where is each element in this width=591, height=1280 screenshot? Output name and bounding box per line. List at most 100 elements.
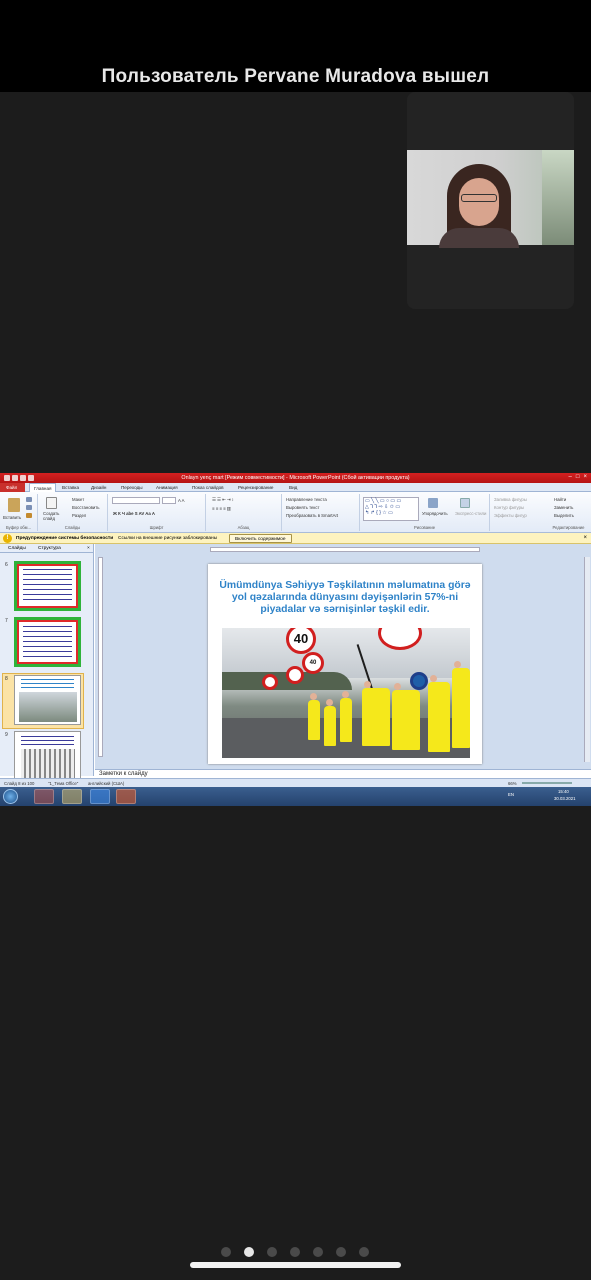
shape-effects-button[interactable]: Эффекты фигур <box>494 513 527 518</box>
slide-photo[interactable]: 40 40 <box>222 628 470 758</box>
list-buttons[interactable]: ☰ ☰ ⇤ ⇥ ↕ <box>212 497 234 503</box>
new-slide-icon[interactable] <box>46 497 57 509</box>
page-dot[interactable] <box>267 1247 277 1257</box>
text-tools-group: Направление текста Выровнять текст Преоб… <box>282 494 360 531</box>
speed-sign-small <box>286 666 304 684</box>
page-dot[interactable] <box>290 1247 300 1257</box>
arrange-button[interactable]: Упорядочить <box>422 511 448 516</box>
slide-thumbnail[interactable] <box>14 731 81 781</box>
notes-pane[interactable]: Заметки к слайду <box>95 769 591 778</box>
slide-counter: Слайд 8 из 100 <box>4 781 35 786</box>
ppt-title-bar: Onlayn yenç mart [Режим совместимости] -… <box>0 473 591 483</box>
maximize-icon[interactable]: □ <box>576 474 580 480</box>
shape-fill-button[interactable]: Заливка фигуры <box>494 497 527 502</box>
slide-thumbnail-active[interactable] <box>14 675 81 725</box>
thumbnail-number: 9 <box>5 732 8 738</box>
page-indicator[interactable] <box>221 1247 369 1257</box>
clock-time[interactable]: 15:40 <box>558 789 569 794</box>
new-slide-button[interactable]: Создать слайд <box>43 511 63 521</box>
tab-slides[interactable]: Слайды <box>8 546 26 551</box>
child-figure <box>362 681 390 746</box>
tab-animation[interactable]: Анимация <box>156 485 178 490</box>
quick-styles-icon[interactable] <box>460 498 470 508</box>
shape-outline-button[interactable]: Контур фигуры <box>494 505 524 510</box>
page-dot[interactable] <box>359 1247 369 1257</box>
copy-icon[interactable] <box>26 505 32 510</box>
paste-icon[interactable] <box>8 498 20 512</box>
font-name-combo[interactable] <box>112 497 160 504</box>
align-buttons[interactable]: ≡ ≡ ≡ ≡ ▥ <box>212 506 231 512</box>
text-direction-button[interactable]: Направление текста <box>286 497 327 502</box>
close-icon[interactable]: × <box>583 535 587 541</box>
shape-icons[interactable]: ▭ ╲ ╲ ▭ ○ ▭ ▭ △ ⅂ ⅂ ⇨ ⇩ ✩ ▭ ↰ ↱ { } ☆ ▭ <box>365 498 401 516</box>
clipboard-group: Вставить Буфер обм... <box>0 494 38 531</box>
smartart-button[interactable]: Преобразовать в SmartArt <box>286 513 338 518</box>
format-painter-icon[interactable] <box>26 513 32 518</box>
slide-thumbnail[interactable] <box>14 617 81 667</box>
shapes-gallery[interactable]: ▭ ╲ ╲ ▭ ○ ▭ ▭ △ ⅂ ⅂ ⇨ ⇩ ✩ ▭ ↰ ↱ { } ☆ ▭ <box>363 497 419 521</box>
participant-video-tile[interactable] <box>407 92 574 309</box>
page-dot-active[interactable] <box>244 1247 254 1257</box>
powerpoint-taskbar-icon[interactable] <box>116 789 136 804</box>
paragraph-group-label: Абзац <box>237 525 250 530</box>
paragraph-group: ☰ ☰ ⇤ ⇥ ↕ ≡ ≡ ≡ ≡ ▥ Абзац <box>206 494 282 531</box>
cut-icon[interactable] <box>26 497 32 502</box>
arrange-icon[interactable] <box>428 498 438 508</box>
minimize-icon[interactable]: – <box>569 474 572 480</box>
speed-sign: 40 <box>302 652 324 674</box>
editing-group-label: Редактирование <box>552 525 585 530</box>
zoom-slider[interactable] <box>522 782 572 784</box>
slides-group: Создать слайд Макет Восстановить Раздел … <box>38 494 108 531</box>
file-explorer-icon[interactable] <box>62 789 82 804</box>
quick-styles-button[interactable]: Экспресс-стили <box>455 511 486 516</box>
layout-button[interactable]: Макет <box>72 497 84 502</box>
yandex-browser-icon[interactable] <box>34 789 54 804</box>
shape-format-group: Заливка фигуры Контур фигуры Эффекты фиг… <box>490 494 544 531</box>
close-pane-icon[interactable]: × <box>87 546 90 551</box>
tab-transitions[interactable]: Переходы <box>121 485 143 490</box>
align-text-button[interactable]: Выровнять текст <box>286 505 319 510</box>
close-icon[interactable]: × <box>583 474 587 480</box>
participant-left-notification: Пользователь Pervane Muradova вышел <box>101 66 490 87</box>
tab-file[interactable]: Файл <box>0 483 25 492</box>
tab-view[interactable]: Вид <box>289 485 297 490</box>
font-format-buttons[interactable]: Ж К Ч abe S AV Aa A <box>113 511 155 516</box>
replace-button[interactable]: Заменить <box>554 505 573 510</box>
start-button[interactable] <box>3 789 18 804</box>
find-button[interactable]: Найти <box>554 497 566 502</box>
ribbon: Вставить Буфер обм... Создать слайд Маке… <box>0 492 591 533</box>
clock-date[interactable]: 30.03.2021 <box>554 796 576 801</box>
select-button[interactable]: Выделить <box>554 513 574 518</box>
tab-review[interactable]: Рецензирование <box>238 485 273 490</box>
thumbnail-number: 7 <box>5 618 8 624</box>
vertical-ruler <box>98 557 103 757</box>
reset-button[interactable]: Восстановить <box>72 505 100 510</box>
font-group-label: Шрифт <box>149 525 164 530</box>
current-slide[interactable]: Ümümdünya Səhiyyə Təşkilatının məlumatın… <box>208 564 482 764</box>
security-warning-title: Предупреждение системы безопасности <box>16 536 114 541</box>
font-size-combo[interactable] <box>162 497 176 504</box>
top-bar: Пользователь Pervane Muradova вышел <box>0 0 591 92</box>
tab-design[interactable]: Дизайн <box>91 485 106 490</box>
zoom-app-icon[interactable] <box>90 789 110 804</box>
tab-slideshow[interactable]: Показ слайдов <box>192 485 224 490</box>
enable-content-button[interactable]: Включить содержимое <box>229 534 292 543</box>
home-indicator[interactable] <box>190 1262 401 1268</box>
slide-heading[interactable]: Ümümdünya Səhiyyə Təşkilatının məlumatın… <box>216 580 474 616</box>
tab-outline[interactable]: Структура <box>38 546 61 551</box>
grow-font-icon[interactable]: A A <box>178 498 184 503</box>
section-button[interactable]: Раздел <box>72 513 86 518</box>
window-controls[interactable]: – □ × <box>569 474 587 480</box>
tab-insert[interactable]: Вставка <box>62 485 79 490</box>
page-dot[interactable] <box>336 1247 346 1257</box>
page-dot[interactable] <box>313 1247 323 1257</box>
vertical-scrollbar[interactable] <box>584 557 590 762</box>
zoom-level[interactable]: 66% <box>508 781 517 786</box>
shared-screen[interactable]: Onlayn yenç mart [Режим совместимости] -… <box>0 473 591 806</box>
security-warning-bar: ! Предупреждение системы безопасности Сс… <box>0 533 591 544</box>
slide-thumbnail[interactable] <box>14 561 81 611</box>
language-indicator[interactable]: английский (США) <box>88 781 124 786</box>
paste-button[interactable]: Вставить <box>3 515 21 520</box>
page-dot[interactable] <box>221 1247 231 1257</box>
input-language[interactable]: EN <box>508 792 514 797</box>
